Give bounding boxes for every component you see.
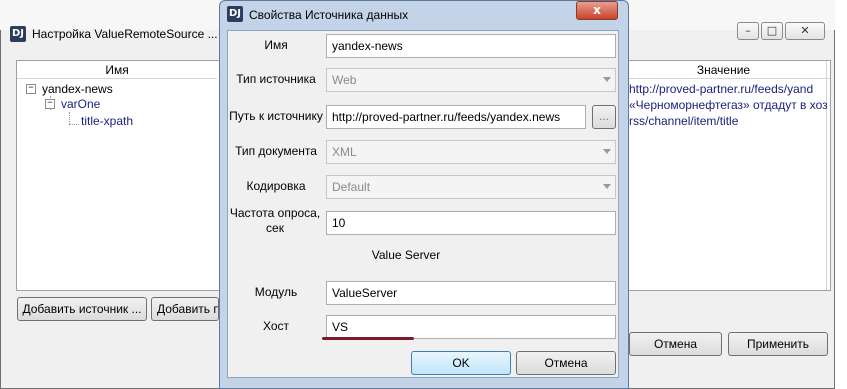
document-type-label: Тип документа <box>235 144 317 158</box>
tree-item-title-xpath[interactable]: title-xpath <box>81 114 133 128</box>
poll-frequency-field[interactable]: 10 <box>326 211 616 235</box>
tree-value-cell: «Черноморнефтегаз» отдадут в хоз <box>629 98 828 112</box>
dialog-title: Свойства Источника данных <box>249 8 409 22</box>
poll-frequency-label: Частота опроса, <box>229 206 321 220</box>
app-logo-icon: DJ <box>10 26 26 42</box>
host-annotation-underline <box>322 337 414 340</box>
host-label: Хост <box>262 319 290 333</box>
minimize-button[interactable]: – <box>737 22 759 40</box>
value-server-heading: Value Server <box>371 248 441 262</box>
encoding-select[interactable]: Default <box>326 175 616 199</box>
chevron-down-icon <box>603 184 611 189</box>
tree-connector <box>69 112 71 124</box>
poll-frequency-unit-label: сек <box>266 221 284 235</box>
collapse-icon[interactable]: − <box>45 99 55 109</box>
tree-item-yandex-news[interactable]: yandex-news <box>42 82 113 96</box>
tree-value-cell: rss/channel/item/title <box>629 114 739 128</box>
module-label: Модуль <box>254 285 298 299</box>
dialog-cancel-button[interactable]: Отмена <box>516 351 616 375</box>
close-button[interactable]: ✕ <box>785 22 825 40</box>
maximize-button[interactable]: □ <box>761 22 783 40</box>
browse-button[interactable]: ... <box>592 105 616 129</box>
column-divider <box>826 61 827 290</box>
apply-button[interactable]: Применить <box>728 332 828 356</box>
encoding-label: Кодировка <box>246 179 306 193</box>
host-field[interactable]: VS <box>326 315 616 339</box>
cancel-button[interactable]: Отмена <box>629 332 722 356</box>
column-header-name[interactable]: Имя <box>17 62 217 79</box>
collapse-icon[interactable]: − <box>26 84 36 94</box>
app-logo-icon: DJ <box>227 6 243 22</box>
main-window-title: Настройка ValueRemoteSource ... <box>32 27 218 41</box>
module-field[interactable]: ValueServer <box>326 281 616 305</box>
name-label: Имя <box>264 38 288 52</box>
chevron-down-icon <box>603 149 611 154</box>
source-path-label: Путь к источнику <box>229 109 323 123</box>
close-icon: x <box>593 3 601 17</box>
add-variable-button[interactable]: Добавить п <box>151 297 219 321</box>
source-type-value: Web <box>332 73 357 87</box>
dialog-close-button[interactable]: x <box>576 1 618 20</box>
tree-connector <box>69 124 79 126</box>
tree-item-varone[interactable]: varOne <box>61 97 100 111</box>
column-header-value[interactable]: Значение <box>617 62 830 79</box>
name-field[interactable]: yandex-news <box>326 34 616 58</box>
source-path-field[interactable]: http://proved-partner.ru/feeds/yandex.ne… <box>326 105 586 129</box>
add-source-button[interactable]: Добавить источник ... <box>17 297 147 321</box>
tree-value-cell: http://proved-partner.ru/feeds/yand <box>629 82 814 96</box>
document-type-select[interactable]: XML <box>326 140 616 164</box>
source-type-label: Тип источника <box>236 72 316 86</box>
document-type-value: XML <box>332 145 357 159</box>
source-type-select[interactable]: Web <box>326 68 616 92</box>
encoding-value: Default <box>332 180 371 194</box>
chevron-down-icon <box>603 77 611 82</box>
ok-button[interactable]: OK <box>411 351 511 375</box>
